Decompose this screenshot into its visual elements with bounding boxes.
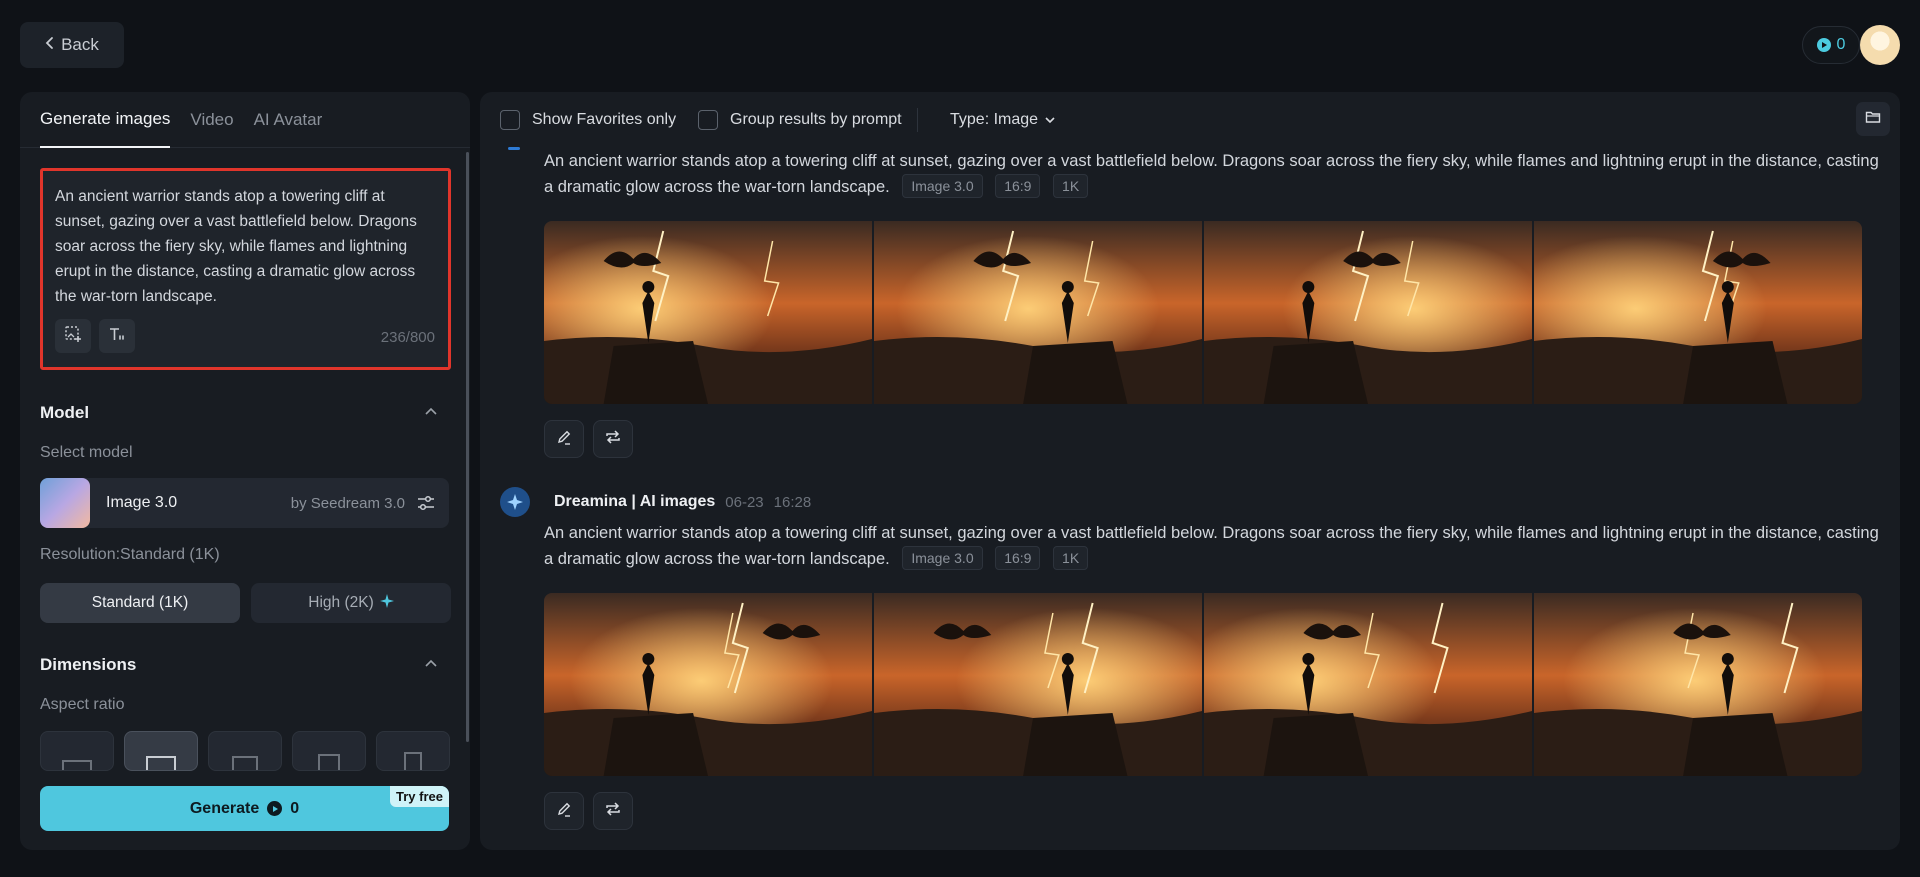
dimensions-section-title: Dimensions <box>40 655 137 674</box>
prompt-input[interactable]: An ancient warrior stands atop a towerin… <box>40 168 451 370</box>
repeat-icon <box>604 429 622 450</box>
resolution-tag: 1K <box>1053 174 1089 198</box>
ratio-tag: 16:9 <box>995 546 1041 570</box>
favorites-filter[interactable]: Show Favorites only <box>500 92 676 147</box>
char-counter: 236/800 <box>380 329 435 346</box>
repeat-icon <box>604 801 622 822</box>
result-image-grid <box>544 221 1862 404</box>
result-prompt-text: An ancient warrior stands atop a towerin… <box>544 152 1879 196</box>
resolution-tag: 1K <box>1053 546 1089 570</box>
type-dropdown-label: Type: Image <box>950 110 1039 128</box>
model-thumbnail <box>40 478 90 528</box>
generated-image[interactable] <box>1204 593 1532 776</box>
chevron-left-icon <box>45 35 55 55</box>
aspect-option-selected[interactable] <box>124 731 198 771</box>
generated-image[interactable] <box>1534 593 1862 776</box>
credit-coin-icon <box>267 801 283 816</box>
aspect-shape-icon <box>232 756 258 770</box>
group-filter-label: Group results by prompt <box>730 110 902 128</box>
tab-video[interactable]: Video <box>190 92 233 148</box>
generate-button[interactable]: Generate 0 Try free <box>40 786 449 831</box>
favorites-filter-label: Show Favorites only <box>532 110 677 128</box>
try-free-badge: Try free <box>390 786 449 807</box>
resolution-standard-label: Standard (1K) <box>91 594 189 611</box>
result-prompt-text: An ancient warrior stands atop a towerin… <box>544 524 1879 568</box>
model-tag: Image 3.0 <box>902 546 983 570</box>
generate-label: Generate <box>189 799 260 817</box>
reference-image-button[interactable] <box>55 319 91 353</box>
model-selector[interactable]: Image 3.0 by Seedream 3.0 <box>40 478 449 528</box>
model-section-title: Model <box>40 403 90 422</box>
divider <box>917 108 918 132</box>
result-time: 16:28 <box>773 493 812 511</box>
generated-image[interactable] <box>874 221 1202 404</box>
pencil-icon <box>556 801 572 822</box>
aspect-shape-icon <box>146 756 176 770</box>
credits-badge[interactable]: 0 <box>1802 26 1860 64</box>
chevron-up-icon[interactable] <box>424 404 438 420</box>
mode-tabs: Generate images Video AI Avatar <box>20 92 470 148</box>
brand-icon-partial <box>508 147 520 150</box>
model-tag: Image 3.0 <box>902 174 983 198</box>
aspect-shape-icon <box>318 754 340 770</box>
model-provider: by Seedream 3.0 <box>290 494 405 512</box>
group-filter[interactable]: Group results by prompt <box>698 92 902 147</box>
text-style-button[interactable] <box>99 319 135 353</box>
generator-panel: Generate images Video AI Avatar An ancie… <box>20 92 470 850</box>
tab-ai-avatar[interactable]: AI Avatar <box>254 92 323 148</box>
result-prompt: An ancient warrior stands atop a towerin… <box>544 520 1884 572</box>
results-panel: Show Favorites only Group results by pro… <box>480 92 1900 850</box>
resolution-standard-button[interactable]: Standard (1K) <box>40 583 240 623</box>
regenerate-button[interactable] <box>593 792 633 830</box>
generate-cost: 0 <box>290 799 300 817</box>
credit-coin-icon <box>1816 38 1831 52</box>
folder-icon <box>1865 110 1881 129</box>
generated-image[interactable] <box>1534 221 1862 404</box>
result-date: 06-23 <box>725 493 764 511</box>
pencil-icon <box>556 429 572 450</box>
credits-count: 0 <box>1836 36 1846 53</box>
back-label: Back <box>61 35 99 54</box>
checkbox[interactable] <box>698 109 718 130</box>
generated-image[interactable] <box>1204 221 1532 404</box>
aspect-option[interactable] <box>376 731 450 771</box>
sparkle-icon <box>379 593 394 613</box>
resolution-high-label: High (2K) <box>308 594 374 611</box>
folder-button[interactable] <box>1856 102 1890 136</box>
tab-generate-images[interactable]: Generate images <box>40 92 171 148</box>
type-dropdown[interactable]: Type: Image <box>950 92 1056 147</box>
result-header: Dreamina | AI images 06-23 16:28 <box>500 487 811 517</box>
dreamina-logo-icon <box>500 487 530 517</box>
edit-prompt-button[interactable] <box>544 792 584 830</box>
checkbox[interactable] <box>500 109 520 130</box>
resolution-label: Resolution:Standard (1K) <box>40 546 220 563</box>
chevron-up-icon[interactable] <box>424 656 438 672</box>
aspect-option[interactable] <box>40 731 114 771</box>
generated-image[interactable] <box>544 593 872 776</box>
add-image-icon <box>64 325 82 348</box>
ratio-tag: 16:9 <box>995 174 1041 198</box>
select-model-label: Select model <box>40 444 133 461</box>
aspect-option[interactable] <box>208 731 282 771</box>
result-author: Dreamina | AI images <box>554 493 716 510</box>
aspect-shape-icon <box>62 760 92 770</box>
generated-image[interactable] <box>874 593 1202 776</box>
generated-image[interactable] <box>544 221 872 404</box>
aspect-option[interactable] <box>292 731 366 771</box>
resolution-high-button[interactable]: High (2K) <box>251 583 451 623</box>
prompt-text[interactable]: An ancient warrior stands atop a towerin… <box>55 184 436 309</box>
result-prompt: An ancient warrior stands atop a towerin… <box>544 148 1884 200</box>
edit-prompt-button[interactable] <box>544 420 584 458</box>
aspect-ratio-label: Aspect ratio <box>40 696 125 713</box>
settings-sliders-icon[interactable] <box>417 495 435 511</box>
chevron-down-icon <box>1044 111 1056 129</box>
model-name: Image 3.0 <box>106 494 178 511</box>
panel-scrollbar[interactable] <box>466 152 469 742</box>
text-icon <box>108 325 126 348</box>
back-button[interactable]: Back <box>20 22 124 68</box>
user-avatar[interactable] <box>1860 25 1900 65</box>
regenerate-button[interactable] <box>593 420 633 458</box>
result-image-grid <box>544 593 1862 776</box>
aspect-shape-icon <box>404 752 422 770</box>
